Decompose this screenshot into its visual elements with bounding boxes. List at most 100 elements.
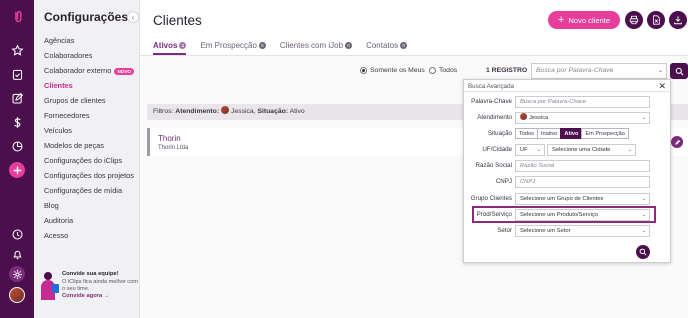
atendimento-row: Atendimento Jessica ⌄: [464, 112, 670, 124]
search-button[interactable]: [670, 63, 688, 79]
sidebar-item-auditoria[interactable]: Auditoria: [44, 213, 134, 228]
tab-em-prospeccao[interactable]: Em Prospecção 0: [200, 41, 266, 50]
advanced-search-panel: Busca Avançada ✕ Palavra-Chave Busca por…: [463, 79, 671, 263]
sidebar-item-clientes[interactable]: Clientes: [44, 78, 134, 93]
search-icon: [675, 67, 683, 75]
uf-select[interactable]: UF ⌄: [515, 144, 545, 156]
sidebar-title: Configurações: [44, 10, 129, 24]
clipboard-check-icon[interactable]: [9, 66, 25, 82]
sidebar-item-colaborador-externo[interactable]: Colaborador externo NOVO: [44, 63, 134, 78]
setor-select[interactable]: Selecione um Setor ⌄: [515, 225, 650, 237]
panel-divider: [464, 91, 670, 92]
tab-ativos[interactable]: Ativos 1: [153, 41, 187, 55]
export-excel-button[interactable]: [647, 11, 665, 29]
keyword-row: Palavra-Chave Busca por Palavra-Chave: [464, 96, 670, 108]
setor-row: Setor Selecione um Setor ⌄: [464, 225, 670, 237]
sidebar-item-fornecedores[interactable]: Fornecedores: [44, 108, 134, 123]
cnpj-row: CNPJ CNPJ: [464, 176, 670, 188]
clips-logo-icon[interactable]: [9, 8, 25, 24]
invite-title: Convide sua equipe!: [62, 271, 119, 277]
plus-icon[interactable]: [9, 162, 25, 178]
scope-all-radio[interactable]: [429, 67, 436, 74]
app-root: Configurações ‹ Agências Colaboradores C…: [0, 0, 688, 318]
invite-illustration: [41, 272, 59, 300]
situacao-option-prospeccao[interactable]: Em Prospecção: [581, 128, 629, 139]
tab-clientes-ijob[interactable]: Clientes com iJob 0: [280, 41, 353, 50]
sidebar-item-modelos-pecas[interactable]: Modelos de peças: [44, 138, 134, 153]
invite-team-card: Convide sua equipe! O iClips fica ainda …: [38, 268, 138, 304]
download-button[interactable]: [669, 11, 687, 29]
chevron-down-icon: ⌄: [641, 212, 646, 218]
new-badge: NOVO: [114, 67, 134, 75]
advanced-search-submit-button[interactable]: [636, 245, 650, 259]
icon-rail: [0, 0, 34, 318]
sidebar-item-grupos-clientes[interactable]: Grupos de clientes: [44, 93, 134, 108]
situacao-option-ativo[interactable]: Ativo: [560, 128, 583, 139]
chevron-down-icon: ⌄: [641, 196, 646, 202]
printer-icon: [629, 15, 639, 25]
edit-note-icon[interactable]: [9, 90, 25, 106]
invite-link[interactable]: Convide agora →: [62, 293, 110, 299]
sidebar-item-agencias[interactable]: Agências: [44, 33, 134, 48]
grupo-row: Grupo Clientes Selecione um Grupo de Cli…: [464, 193, 670, 205]
edit-client-button[interactable]: [671, 136, 683, 148]
plus-icon: +: [557, 14, 565, 26]
cidade-select[interactable]: Selecione uma Cidade ⌄: [547, 144, 636, 156]
situacao-row: Situação Todos Inativo Ativo Em Prospecç…: [464, 128, 670, 140]
tab-count: 0: [345, 42, 353, 50]
sidebar-item-colaboradores[interactable]: Colaboradores: [44, 48, 134, 63]
gear-icon[interactable]: [9, 266, 25, 282]
sidebar-item-acesso[interactable]: Acesso: [44, 228, 134, 243]
chevron-down-icon: ⌄: [627, 147, 632, 153]
situacao-option-inativo[interactable]: Inativo: [536, 128, 562, 139]
sidebar-item-config-iclips[interactable]: Configurações do iClips: [44, 153, 134, 168]
scope-mine-label: Somente os Meus: [370, 67, 425, 74]
grupo-select[interactable]: Selecione um Grupo de Clientes ⌄: [515, 193, 650, 205]
cnpj-field[interactable]: CNPJ: [515, 176, 650, 188]
advanced-search-title: Busca Avançada: [468, 83, 514, 90]
record-count: 1 REGISTRO: [486, 67, 528, 74]
situacao-option-todos[interactable]: Todos: [515, 128, 538, 139]
chevron-down-icon: ⌄: [536, 147, 541, 153]
scope-mine-radio[interactable]: [360, 67, 367, 74]
sidebar-item-blog[interactable]: Blog: [44, 198, 134, 213]
client-name[interactable]: Thorin: [158, 134, 181, 143]
client-company: Thorin Ltda: [158, 145, 189, 151]
prod-servico-row: Prod/Serviço Selecione um Produto/Serviç…: [464, 209, 670, 221]
clock-chart-icon[interactable]: [9, 138, 25, 154]
situacao-segmented: Todos Inativo Ativo Em Prospecção: [515, 128, 629, 139]
tab-contatos[interactable]: Contatos 0: [366, 41, 408, 50]
chevron-down-icon: ⌄: [641, 228, 646, 234]
new-client-button[interactable]: + Novo cliente: [548, 11, 620, 29]
sidebar-item-veiculos[interactable]: Veículos: [44, 123, 134, 138]
razao-field[interactable]: Razão Social: [515, 160, 650, 172]
history-icon[interactable]: [9, 226, 25, 242]
keyword-field[interactable]: Busca por Palavra-Chave: [515, 96, 650, 108]
bell-icon[interactable]: [9, 246, 25, 262]
client-tabs: Ativos 1 Em Prospecção 0 Clientes com iJob…: [153, 41, 408, 55]
arrow-right-icon: →: [103, 293, 110, 299]
tab-count: 0: [258, 42, 266, 50]
keyword-search-input[interactable]: Busca por Palavra-Chave ⌄: [531, 63, 667, 79]
collapse-sidebar-button[interactable]: ‹: [127, 11, 139, 23]
chevron-down-icon[interactable]: ⌄: [658, 67, 663, 74]
sidebar-menu: Agências Colaboradores Colaborador exter…: [44, 33, 134, 243]
scope-all-label: Todos: [439, 67, 458, 74]
print-button[interactable]: [625, 11, 643, 29]
star-icon[interactable]: [9, 42, 25, 58]
dollar-icon[interactable]: [9, 114, 25, 130]
razao-row: Razão Social Razão Social: [464, 160, 670, 172]
invite-text: O iClips fica ainda melhor com o seu tim…: [62, 279, 138, 292]
pencil-icon: [674, 139, 680, 145]
uf-cidade-row: UF/Cidade UF ⌄ Selecione uma Cidade ⌄: [464, 144, 670, 156]
download-icon: [674, 16, 682, 25]
user-avatar[interactable]: [9, 287, 25, 303]
header-divider: [140, 55, 688, 56]
sidebar-item-config-midia[interactable]: Configurações de mídia: [44, 183, 134, 198]
sidebar-item-config-projetos[interactable]: Configurações dos projetos: [44, 168, 134, 183]
atendimento-select[interactable]: Jessica ⌄: [515, 112, 650, 124]
excel-file-icon: [653, 15, 660, 25]
tab-count: 0: [400, 42, 408, 50]
prod-servico-select[interactable]: Selecione um Produto/Serviço ⌄: [515, 209, 650, 221]
search-icon: [639, 248, 647, 256]
